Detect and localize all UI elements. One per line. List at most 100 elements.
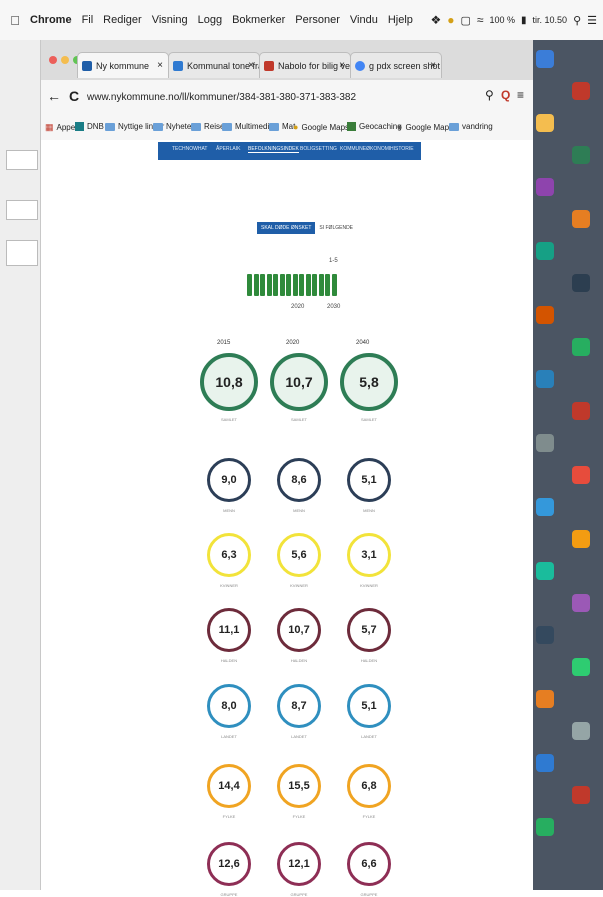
bookmark-google-maps-2[interactable]: ● Google Maps xyxy=(397,122,453,132)
dock-app-icon[interactable] xyxy=(572,466,590,484)
bookmark-geocaching[interactable]: Geocaching xyxy=(347,122,402,131)
dock-app-icon[interactable] xyxy=(536,370,554,388)
nav-tab[interactable]: KOMMUNEØKONOMI xyxy=(340,146,390,152)
tab-4[interactable]: g pdx screen shot - Google × xyxy=(350,52,442,78)
slider-mark[interactable] xyxy=(292,274,298,296)
apple-icon[interactable]:  xyxy=(8,13,22,28)
bookmark-apps[interactable]: ▦ Apper xyxy=(45,122,78,133)
dropbox-icon[interactable]: ❖ xyxy=(430,13,441,27)
bookmark-folder[interactable]: Nyheter xyxy=(153,122,194,131)
bookmark-folder[interactable]: Mat xyxy=(269,122,295,131)
bookmark-dnb[interactable]: DNB xyxy=(75,122,104,131)
slider-mark[interactable] xyxy=(305,274,311,296)
spotlight-icon[interactable]: ⚲ xyxy=(573,14,581,27)
year-slider[interactable]: 1-5 2020 2030 xyxy=(241,252,341,312)
tab-close-icon[interactable]: × xyxy=(339,53,345,78)
tab-close-icon[interactable]: × xyxy=(430,53,436,78)
search-icon[interactable]: ⚲ xyxy=(485,88,494,102)
notification-icon[interactable]: ● xyxy=(447,13,454,27)
dock-app-icon[interactable] xyxy=(536,498,554,516)
dock-app-icon[interactable] xyxy=(536,50,554,68)
dock-app-icon[interactable] xyxy=(572,530,590,548)
nav-tab[interactable]: TECHNOWHAT xyxy=(172,146,207,152)
dock-app-icon[interactable] xyxy=(536,818,554,836)
slider-mark[interactable] xyxy=(279,274,285,296)
menu-history[interactable]: Logg xyxy=(198,14,222,26)
tab-close-icon[interactable]: × xyxy=(248,53,254,78)
menu-view[interactable]: Visning xyxy=(152,14,188,26)
nav-tab[interactable]: BOLIGSETTING xyxy=(300,146,337,152)
dock-app-icon[interactable] xyxy=(572,402,590,420)
toggle-option[interactable]: SI FØLGENDE xyxy=(315,222,358,234)
slider-mark[interactable] xyxy=(266,274,272,296)
menu-people[interactable]: Personer xyxy=(295,14,340,26)
notification-center-icon[interactable]: ☰ xyxy=(587,14,597,27)
bookmark-google-maps[interactable]: ● Google Maps xyxy=(293,122,349,132)
tab-1[interactable]: Ny kommune × xyxy=(77,52,169,78)
clock[interactable]: tir. 10.50 xyxy=(533,15,568,25)
stat-label: KVINNER xyxy=(220,583,238,588)
stat-label: SAMLET xyxy=(290,417,307,422)
slider-mark[interactable] xyxy=(247,274,252,296)
tab-3[interactable]: Nabolo for bilig verdenser × xyxy=(259,52,351,78)
dock-app-icon[interactable] xyxy=(536,754,554,772)
slider-mark[interactable] xyxy=(273,274,278,296)
dock-app-icon[interactable] xyxy=(536,690,554,708)
slider-mark[interactable] xyxy=(331,274,337,296)
dock-app-icon[interactable] xyxy=(572,658,590,676)
menu-bookmarks[interactable]: Bokmerker xyxy=(232,14,285,26)
menu-chrome[interactable]: Chrome xyxy=(30,14,72,26)
menu-icon[interactable]: ≡ xyxy=(517,88,524,102)
slider-start-label: 2020 xyxy=(291,304,305,310)
slider-mark[interactable] xyxy=(318,274,324,296)
back-icon[interactable]: ← xyxy=(47,88,61,104)
slider-mark[interactable] xyxy=(299,274,304,296)
close-window-button[interactable] xyxy=(49,56,57,64)
dock-app-icon[interactable] xyxy=(536,178,554,196)
dock-app-icon[interactable] xyxy=(536,434,554,452)
map-pin-icon: ● xyxy=(397,122,403,132)
wifi-icon[interactable]: ≈ xyxy=(477,13,484,27)
dock-app-icon[interactable] xyxy=(572,338,590,356)
dock-app-icon[interactable] xyxy=(572,274,590,292)
dock-app-icon[interactable] xyxy=(572,722,590,740)
toggle-option-active[interactable]: SKAL DØDE ØNSKET xyxy=(257,222,316,234)
dock-app-icon[interactable] xyxy=(536,562,554,580)
stat-circle: 6,8 xyxy=(347,764,391,808)
minimize-window-button[interactable] xyxy=(61,56,69,64)
menu-file[interactable]: Fil xyxy=(82,14,94,26)
menu-edit[interactable]: Rediger xyxy=(103,14,142,26)
address-bar[interactable]: www.nykommune.no/ll/kommuner/384-381-380… xyxy=(87,88,477,108)
dock-app-icon[interactable] xyxy=(572,146,590,164)
dock-app-icon[interactable] xyxy=(536,114,554,132)
menu-help[interactable]: Hjelp xyxy=(388,14,413,26)
bookmark-folder[interactable]: Reise xyxy=(191,122,224,131)
tab-2[interactable]: Kommunal tone fra time fu × xyxy=(168,52,260,78)
slider-mark[interactable] xyxy=(312,274,317,296)
stat-circle: 12,6 xyxy=(207,842,251,886)
extension-icon[interactable]: Q xyxy=(501,88,510,102)
dock-app-icon[interactable] xyxy=(536,626,554,644)
slider-end-label: 2030 xyxy=(327,304,341,310)
nav-tab[interactable]: ÅPERLAIK xyxy=(216,146,240,152)
slider-mark[interactable] xyxy=(286,274,291,296)
dock-app-icon[interactable] xyxy=(572,786,590,804)
slider-mark[interactable] xyxy=(253,274,259,296)
bookmark-folder[interactable]: vandring xyxy=(449,122,493,131)
battery-icon[interactable]: ▮ xyxy=(521,15,527,26)
slider-mark[interactable] xyxy=(260,274,265,296)
menu-window[interactable]: Vindu xyxy=(350,14,378,26)
dock-app-icon[interactable] xyxy=(572,210,590,228)
reload-icon[interactable]: C xyxy=(69,88,79,104)
nav-tab-selected[interactable]: BEFOLKNINGSINDEK xyxy=(248,146,299,153)
tab-close-icon[interactable]: × xyxy=(157,53,163,78)
web-page: TECHNOWHAT ÅPERLAIK BEFOLKNINGSINDEK BOL… xyxy=(41,140,533,897)
slider-mark[interactable] xyxy=(325,274,330,296)
dock-app-icon[interactable] xyxy=(536,242,554,260)
display-icon[interactable]: ▢ xyxy=(460,14,470,27)
dock-app-icon[interactable] xyxy=(536,306,554,324)
dock-app-icon[interactable] xyxy=(572,82,590,100)
dock-app-icon[interactable] xyxy=(572,594,590,612)
bookmark-folder[interactable]: Multimedia xyxy=(222,122,274,131)
nav-tab[interactable]: HISTORIE xyxy=(390,146,414,152)
